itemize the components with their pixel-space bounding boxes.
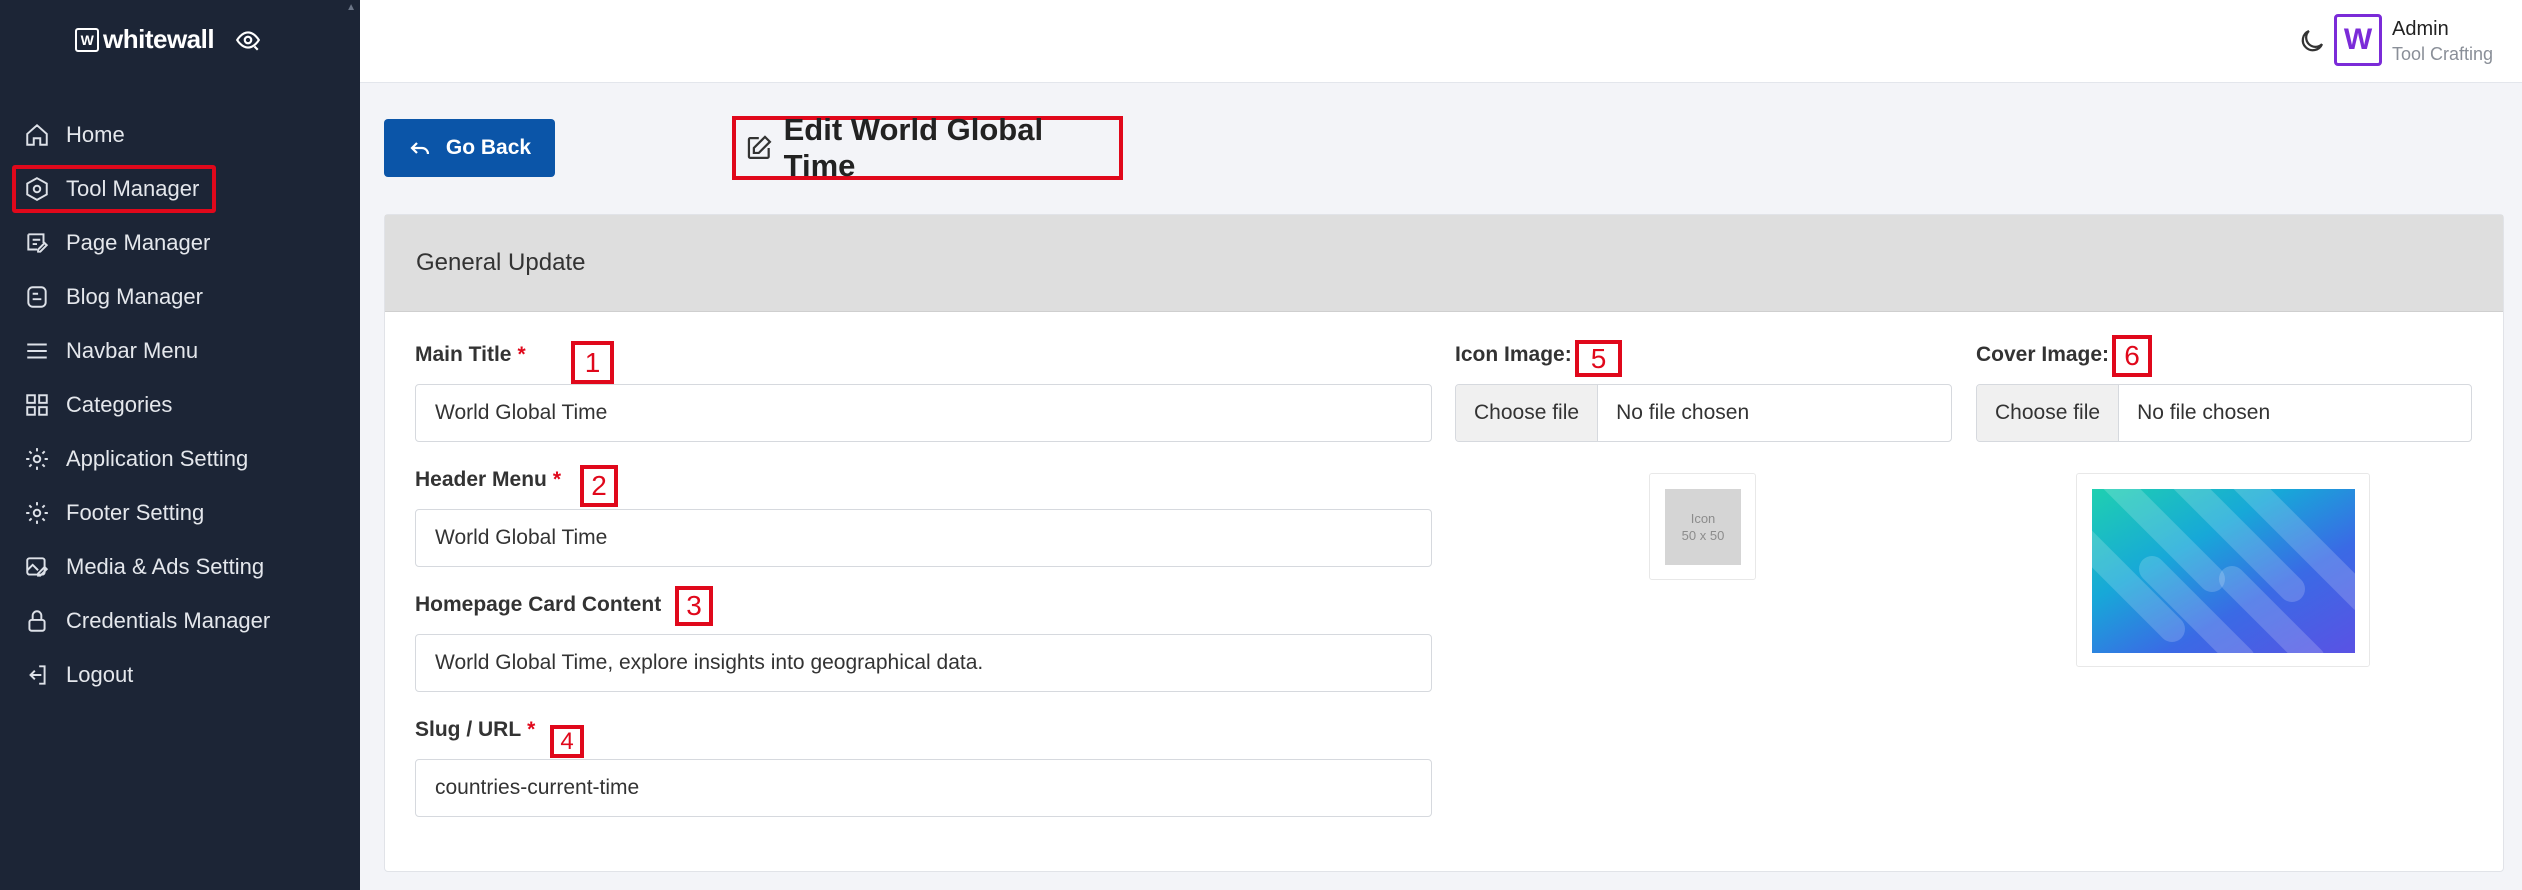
required-mark: *	[517, 343, 526, 366]
sidebar-item-home[interactable]: Home	[0, 108, 360, 162]
header-menu-input[interactable]	[415, 509, 1432, 567]
brand-mark-icon: W	[75, 27, 99, 52]
dark-mode-moon-icon[interactable]	[2297, 26, 2327, 56]
sidebar-item-label: Categories	[66, 392, 173, 417]
cover-image-label-text: Cover Image:	[1976, 343, 2110, 366]
slug-label-text: Slug / URL	[415, 718, 522, 741]
icon-preview: Icon 50 x 50	[1649, 473, 1756, 580]
icon-file-input[interactable]: Choose file No file chosen	[1455, 384, 1952, 442]
cover-image	[2092, 489, 2355, 653]
sidebar-item-label: Logout	[66, 662, 134, 687]
cover-image-label: Cover Image:	[1976, 343, 2109, 367]
cover-pattern-graphic	[2092, 489, 2355, 653]
cover-file-status: No file chosen	[2137, 401, 2271, 424]
sidebar-item-label: Blog Manager	[66, 284, 203, 309]
required-mark: *	[527, 718, 536, 741]
card-content-label: Homepage Card Content	[415, 593, 661, 617]
page-title-box: Edit World Global Time	[732, 112, 1123, 183]
icon-placeholder-image: Icon 50 x 50	[1665, 489, 1741, 565]
main-title-label: Main Title *	[415, 343, 526, 367]
grid-icon	[26, 394, 48, 416]
scroll-up-arrow-icon[interactable]: ▲	[346, 2, 356, 13]
header-menu-label: Header Menu *	[415, 468, 561, 492]
annotation-6: 6	[2112, 335, 2152, 377]
sidebar: ▲ W whitewall Home Tool Manager Page Man…	[0, 0, 360, 890]
card-header: General Update	[385, 215, 2503, 312]
sidebar-item-footer-setting[interactable]: Footer Setting	[0, 486, 360, 540]
annotation-2: 2	[580, 465, 618, 507]
card-content-label-text: Homepage Card Content	[415, 593, 662, 616]
header-menu-label-text: Header Menu	[415, 468, 547, 491]
blog-icon	[27, 286, 47, 308]
menu-icon	[27, 343, 47, 359]
sidebar-item-label: Application Setting	[66, 446, 249, 471]
icon-file-status: No file chosen	[1616, 401, 1750, 424]
gear-icon	[26, 502, 48, 524]
sidebar-item-media-ads-setting[interactable]: Media & Ads Setting	[0, 540, 360, 594]
sidebar-item-blog-manager[interactable]: Blog Manager	[0, 270, 360, 324]
sidebar-item-label: Media & Ads Setting	[66, 554, 265, 579]
brand-name: whitewall	[103, 24, 215, 54]
sidebar-item-logout[interactable]: Logout	[0, 648, 360, 702]
sidebar-item-label: Home	[66, 122, 125, 147]
slug-input[interactable]	[415, 759, 1432, 817]
sidebar-item-label: Page Manager	[66, 230, 211, 255]
sidebar-item-label: Navbar Menu	[66, 338, 199, 363]
cover-file-input[interactable]: Choose file No file chosen	[1976, 384, 2472, 442]
eye-toggle-icon[interactable]	[234, 26, 262, 54]
sidebar-item-label: Tool Manager	[66, 176, 200, 201]
brand: W whitewall	[75, 24, 262, 55]
annotation-5: 5	[1575, 340, 1622, 377]
page-edit-icon	[27, 233, 49, 253]
sidebar-nav: Home Tool Manager Page Manager Blog Mana…	[0, 108, 360, 702]
sidebar-item-page-manager[interactable]: Page Manager	[0, 216, 360, 270]
section-title: General Update	[416, 249, 586, 276]
edit-icon	[747, 135, 772, 159]
sidebar-item-label: Footer Setting	[66, 500, 205, 525]
icon-image-label: Icon Image:	[1455, 343, 1572, 367]
brand-logo[interactable]: W whitewall	[75, 24, 215, 55]
annotation-4: 4	[550, 725, 584, 758]
sidebar-item-tool-manager[interactable]: Tool Manager	[0, 162, 360, 216]
sidebar-item-label: Credentials Manager	[66, 608, 271, 633]
image-edit-icon	[26, 557, 49, 577]
annotation-3: 3	[675, 586, 713, 626]
sidebar-item-categories[interactable]: Categories	[0, 378, 360, 432]
sidebar-item-application-setting[interactable]: Application Setting	[0, 432, 360, 486]
user-name: Admin	[2392, 18, 2449, 40]
sidebar-item-credentials-manager[interactable]: Credentials Manager	[0, 594, 360, 648]
logout-icon	[29, 665, 46, 685]
top-bar	[360, 0, 2522, 83]
icon-choose-file-button[interactable]: Choose file	[1456, 385, 1599, 441]
go-back-label: Go Back	[445, 136, 532, 159]
go-back-button[interactable]: Go Back	[384, 119, 555, 177]
icon-placeholder-text: Icon	[1690, 511, 1716, 526]
gear-icon	[26, 448, 48, 470]
cover-choose-file-button[interactable]: Choose file	[1977, 385, 2120, 441]
icon-image-label-text: Icon Image:	[1455, 343, 1572, 366]
main-title-label-text: Main Title	[415, 343, 512, 366]
card-content-input[interactable]	[415, 634, 1432, 692]
cover-preview	[2076, 473, 2370, 667]
user-role: Tool Crafting	[2392, 44, 2494, 64]
lock-icon	[28, 610, 46, 632]
avatar-letter: W	[2343, 23, 2373, 56]
slug-label: Slug / URL *	[415, 718, 535, 742]
annotation-1: 1	[571, 341, 614, 384]
avatar[interactable]: W	[2334, 14, 2382, 66]
sidebar-item-navbar-menu[interactable]: Navbar Menu	[0, 324, 360, 378]
main-title-input[interactable]	[415, 384, 1432, 442]
required-mark: *	[552, 468, 562, 491]
hexagon-cog-icon	[26, 177, 48, 201]
home-icon	[26, 123, 48, 146]
page-title: Edit World Global Time	[783, 112, 1044, 183]
back-arrow-icon	[410, 142, 429, 155]
icon-placeholder-size: 50 x 50	[1681, 528, 1725, 543]
